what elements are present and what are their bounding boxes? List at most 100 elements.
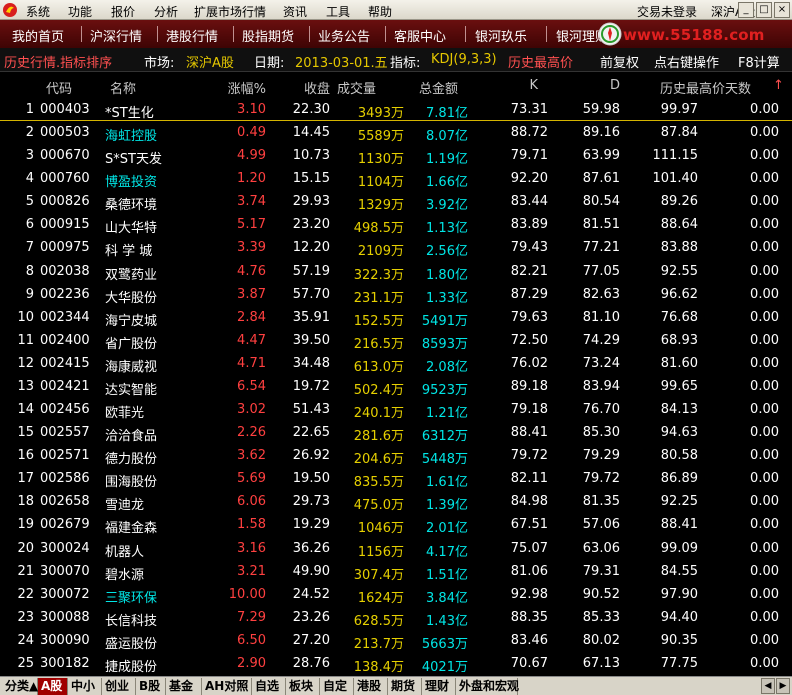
menu-extended-market[interactable]: 扩展市场行情 xyxy=(194,3,266,20)
table-row[interactable]: 6 000915 山大华特 5.17 23.20 83.89 81.51 88.64 0.00 4… xyxy=(0,213,792,236)
amount-unit: 亿 xyxy=(454,544,468,560)
stock-name: 机器人 xyxy=(105,544,145,560)
k-value: 70.67 xyxy=(510,655,548,671)
tab-6[interactable]: AH对照 xyxy=(202,678,252,695)
table-row[interactable]: 21 300070 碧水源 3.21 49.90 81.06 79.31 84.55 0.00 3… xyxy=(0,560,792,583)
table-row[interactable]: 10 002344 海宁皮城 2.84 35.91 79.63 81.10 76.68 0.00… xyxy=(0,306,792,329)
stock-name: 海康威视 xyxy=(105,359,158,375)
table-row[interactable]: 12 002415 海康威视 4.71 34.48 76.02 73.24 81.60 0.00… xyxy=(0,352,792,375)
menu-analysis[interactable]: 分析 xyxy=(154,3,178,20)
table-row[interactable]: 16 002571 德力股份 3.62 26.92 79.72 79.29 80.58 0.00… xyxy=(0,444,792,467)
close-button[interactable]: × xyxy=(774,2,790,18)
tab-3[interactable]: 创业 xyxy=(102,678,136,695)
nav-hs-quotes[interactable]: 沪深行情 xyxy=(90,26,142,45)
table-row[interactable]: 15 002557 洽洽食品 2.26 22.65 88.41 85.30 94.63 0.00… xyxy=(0,421,792,444)
table-row[interactable]: 19 002679 福建金森 1.58 19.29 67.51 57.06 88.41 0.00… xyxy=(0,513,792,536)
header-d[interactable]: D xyxy=(552,78,620,93)
table-row[interactable]: 24 300090 盛运股份 6.50 27.20 83.46 80.02 90.35 0.00… xyxy=(0,629,792,652)
menu-system[interactable]: 系统 xyxy=(26,3,50,20)
sort-field[interactable]: 历史最高价 xyxy=(508,52,573,71)
stock-name: 长信科技 xyxy=(105,613,158,629)
menu-help[interactable]: 帮助 xyxy=(368,3,392,20)
nav-announcements[interactable]: 业务公告 xyxy=(318,26,370,45)
f8-calc[interactable]: F8计算 xyxy=(738,52,780,71)
amount: 1.13亿 xyxy=(396,217,468,236)
table-row[interactable]: 13 002421 达实智能 6.54 19.72 89.18 83.94 99.65 0.00… xyxy=(0,375,792,398)
volume-value: 322.3 xyxy=(353,267,391,283)
table-row[interactable]: 20 300024 机器人 3.16 36.26 75.07 63.06 99.09 0.00 1… xyxy=(0,537,792,560)
high-days: 0.00 xyxy=(750,332,779,348)
tab-1[interactable]: A股 xyxy=(38,678,68,695)
table-row[interactable]: 11 002400 省广股份 4.47 39.50 72.50 74.29 68.93 0.00… xyxy=(0,329,792,352)
stock-code: 000403 xyxy=(40,102,90,117)
tab-8[interactable]: 板块 xyxy=(286,678,320,695)
change-pct: 3.21 xyxy=(237,563,266,579)
menu-news[interactable]: 资讯 xyxy=(283,3,307,20)
high-days: 0.00 xyxy=(750,563,779,579)
nav-index-futures[interactable]: 股指期货 xyxy=(242,26,294,45)
header-code[interactable]: 代码 xyxy=(46,78,72,97)
tab-9[interactable]: 自定 xyxy=(320,678,354,695)
volume: 1329万 xyxy=(322,194,404,213)
table-row[interactable]: 3 000670 S*ST天发 4.99 10.73 79.71 63.99 111.15 0.… xyxy=(0,144,792,167)
tab-11[interactable]: 期货 xyxy=(388,678,422,695)
tab-4[interactable]: B股 xyxy=(136,678,166,695)
close-price: 27.20 xyxy=(292,632,330,648)
table-row[interactable]: 14 002456 欧菲光 3.02 51.43 79.18 76.70 84.13 0.00 2… xyxy=(0,398,792,421)
table-row[interactable]: 18 002658 雪迪龙 6.06 29.73 84.98 81.35 92.25 0.00 4… xyxy=(0,490,792,513)
header-change[interactable]: 涨幅% xyxy=(196,78,266,97)
nav-hk-quotes[interactable]: 港股行情 xyxy=(166,26,218,45)
tab-2[interactable]: 中小 xyxy=(68,678,102,695)
table-row[interactable]: 8 002038 双鹭药业 4.76 57.19 82.21 77.05 92.55 0.00 3… xyxy=(0,260,792,283)
row-index: 11 xyxy=(17,332,34,348)
stock-name: 山大华特 xyxy=(105,221,158,237)
close-price: 14.45 xyxy=(292,125,330,141)
table-row[interactable]: 23 300088 长信科技 7.29 23.26 88.35 85.33 94.40 0.00… xyxy=(0,606,792,629)
brand-url[interactable]: www.55188.com xyxy=(623,26,765,44)
scroll-right-icon[interactable]: ▶ xyxy=(776,678,790,694)
tab-13[interactable]: 外盘和宏观 xyxy=(456,678,519,695)
header-volume[interactable]: 成交量 xyxy=(322,78,376,97)
nav-separator xyxy=(385,26,386,42)
tab-0[interactable]: 分类▲ xyxy=(2,678,38,695)
nav-home[interactable]: 我的首页 xyxy=(12,26,64,45)
change-pct: 6.54 xyxy=(237,378,266,394)
nav-yinhe-jiule[interactable]: 银河玖乐 xyxy=(475,26,527,45)
header-close[interactable]: 收盘 xyxy=(262,78,330,97)
minimize-button[interactable]: _ xyxy=(738,2,754,18)
scroll-left-icon[interactable]: ◀ xyxy=(761,678,775,694)
date-value[interactable]: 2013-03-01.五 xyxy=(295,52,388,71)
adjust-mode[interactable]: 前复权 xyxy=(600,52,639,71)
maximize-button[interactable]: □ xyxy=(756,2,772,18)
table-row[interactable]: 7 000975 科 学 城 3.39 12.20 79.43 77.21 83.88 0.00… xyxy=(0,236,792,259)
menu-function[interactable]: 功能 xyxy=(68,3,92,20)
header-k[interactable]: K xyxy=(480,78,538,93)
indicator-value[interactable]: KDJ(9,3,3) xyxy=(431,52,497,67)
nav-service-center[interactable]: 客服中心 xyxy=(394,26,446,45)
table-row[interactable]: 4 000760 博盈投资 1.20 15.15 92.20 87.61 101.40 0.00… xyxy=(0,167,792,190)
table-row[interactable]: 17 002586 围海股份 5.69 19.50 82.11 79.72 86.89 0.00… xyxy=(0,467,792,490)
brand-logo-icon xyxy=(598,22,622,46)
header-name[interactable]: 名称 xyxy=(110,78,136,97)
header-high-days[interactable]: 历史最高价天数 xyxy=(660,78,751,97)
k-value: 75.07 xyxy=(510,540,548,556)
table-row[interactable]: 2 000503 海虹控股 0.49 14.45 88.72 89.16 87.84 0.00 5… xyxy=(0,121,792,144)
table-row[interactable]: 1 000403 *ST生化 3.10 22.30 73.31 59.98 99.97 0.00… xyxy=(0,98,792,122)
change-pct: 3.87 xyxy=(237,286,266,302)
table-row[interactable]: 5 000826 桑德环境 3.74 29.93 83.44 80.54 89.26 0.00 1… xyxy=(0,190,792,213)
menu-quote[interactable]: 报价 xyxy=(111,3,135,20)
table-row[interactable]: 22 300072 三聚环保 10.00 24.52 92.98 90.52 97.90 0.0… xyxy=(0,583,792,606)
table-row[interactable]: 9 002236 大华股份 3.87 57.70 87.29 82.63 96.62 0.00 2… xyxy=(0,283,792,306)
amount-unit: 亿 xyxy=(454,152,468,168)
amount-value: 3.84 xyxy=(426,590,455,606)
tab-10[interactable]: 港股 xyxy=(354,678,388,695)
market-value[interactable]: 深沪A股 xyxy=(186,52,234,71)
tab-7[interactable]: 自选 xyxy=(252,678,286,695)
header-amount[interactable]: 总金额 xyxy=(396,78,458,97)
tab-12[interactable]: 理财 xyxy=(422,678,456,695)
volume-value: 216.5 xyxy=(353,336,391,352)
menu-tools[interactable]: 工具 xyxy=(326,3,350,20)
table-row[interactable]: 25 300182 捷成股份 2.90 28.76 70.67 67.13 77.75 0.00… xyxy=(0,652,792,675)
historical-high: 99.09 xyxy=(660,540,698,556)
tab-5[interactable]: 基金 xyxy=(166,678,202,695)
